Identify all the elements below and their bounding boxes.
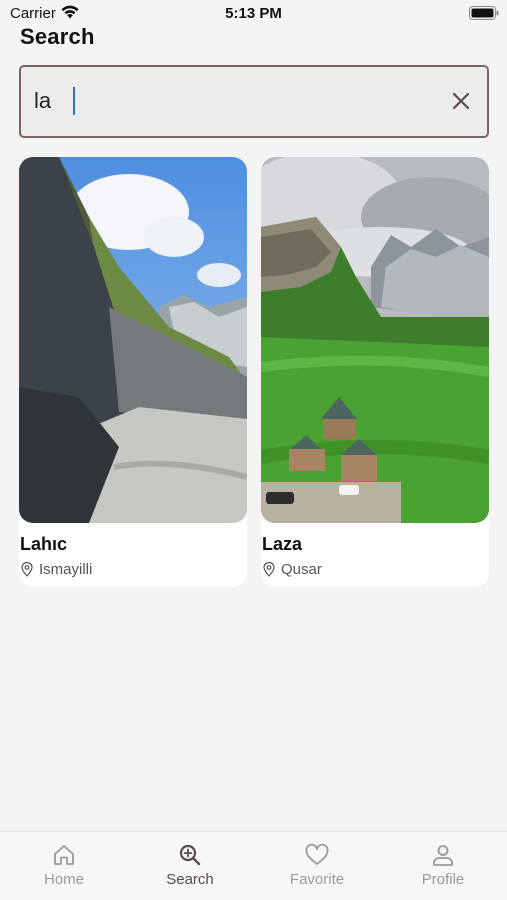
search-icon bbox=[179, 844, 201, 866]
tab-home[interactable]: Home bbox=[14, 842, 114, 892]
location-pin-icon bbox=[21, 561, 33, 577]
tab-bar: Home Search Favorite Profile bbox=[0, 831, 507, 900]
text-cursor bbox=[73, 87, 75, 115]
tab-label: Profile bbox=[421, 871, 465, 888]
clock: 5:13 PM bbox=[225, 5, 282, 22]
place-location: Qusar bbox=[263, 560, 322, 578]
tab-search[interactable]: Search bbox=[140, 842, 240, 892]
place-photo bbox=[261, 157, 489, 523]
place-location-text: Qusar bbox=[281, 560, 322, 578]
tab-label: Favorite bbox=[289, 871, 345, 888]
tab-label: Home bbox=[43, 871, 84, 888]
place-title: Laza bbox=[262, 534, 303, 554]
search-field[interactable] bbox=[19, 65, 489, 138]
page-title: Search bbox=[20, 24, 95, 49]
place-card-lahic[interactable]: Lahıc Ismayilli bbox=[19, 157, 247, 587]
place-photo bbox=[19, 157, 247, 523]
heart-icon bbox=[305, 843, 329, 865]
location-pin-icon bbox=[263, 561, 275, 577]
search-input[interactable] bbox=[34, 83, 414, 119]
home-icon bbox=[54, 845, 74, 865]
search-screen: Carrier 5:13 PM Search la Lahıc Ismayill… bbox=[0, 0, 507, 900]
place-location-text: Ismayilli bbox=[39, 560, 93, 578]
tab-favorite[interactable]: Favorite bbox=[267, 842, 367, 892]
place-title: Lahıc bbox=[20, 534, 68, 554]
tab-label: Search bbox=[166, 871, 214, 888]
user-icon bbox=[433, 845, 453, 866]
place-card-laza[interactable]: Laza Qusar bbox=[261, 157, 489, 587]
place-location: Ismayilli bbox=[21, 560, 92, 578]
clear-icon[interactable] bbox=[449, 89, 473, 113]
tab-profile[interactable]: Profile bbox=[393, 842, 493, 892]
battery-icon bbox=[469, 6, 499, 20]
